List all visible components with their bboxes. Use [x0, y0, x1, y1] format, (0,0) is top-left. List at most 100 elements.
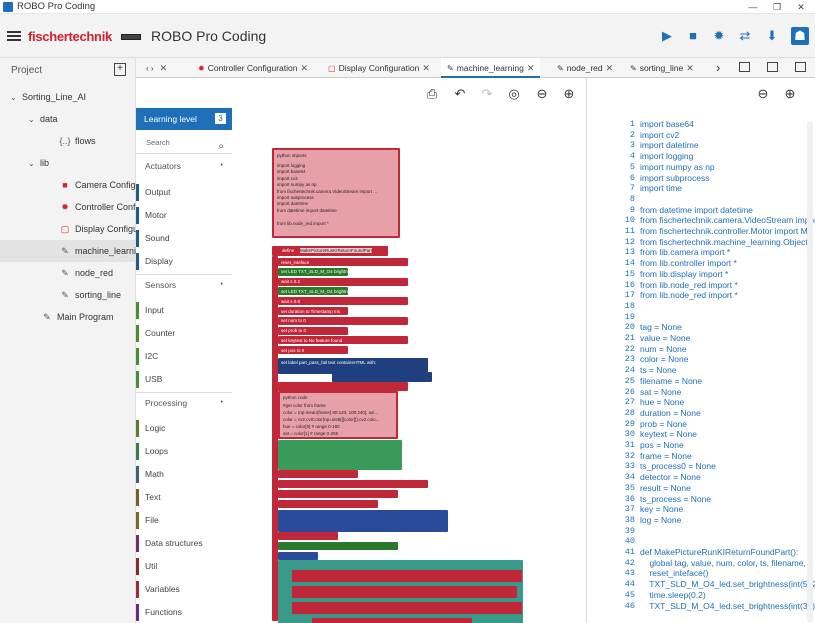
tree-item[interactable]: ✎ node_red — [0, 262, 136, 284]
set-key-block[interactable] — [292, 602, 522, 614]
statement-block[interactable]: wait s 0.8 — [278, 297, 408, 306]
category-math[interactable]: Math — [136, 464, 232, 484]
category-input[interactable]: Input — [136, 300, 232, 320]
maximize-button[interactable]: ❐ — [765, 0, 789, 14]
tree-item[interactable]: ⌄ data — [0, 108, 136, 130]
tree-item[interactable]: ✹ Controller Configura — [0, 196, 136, 218]
close-icon[interactable]: ✕ — [606, 63, 614, 73]
category-text[interactable]: Text — [136, 487, 232, 507]
tree-item[interactable]: ✎ Main Program — [0, 306, 136, 328]
connection-icon[interactable]: ⇄ — [736, 27, 754, 45]
code-scrollbar[interactable] — [807, 122, 813, 622]
set-ts-block[interactable] — [278, 500, 378, 508]
collapse-icon[interactable]: • — [221, 393, 223, 413]
statement-block[interactable]: set pos to 0 — [278, 346, 348, 355]
category-functions[interactable]: Functions — [136, 602, 232, 622]
category-actuators[interactable]: Actuators • — [136, 156, 232, 176]
tree-arrow-icon[interactable]: ⌄ — [10, 87, 22, 108]
category-util[interactable]: Util — [136, 556, 232, 576]
search-input[interactable]: Search — [146, 138, 170, 147]
close-icon[interactable]: ✕ — [300, 63, 308, 73]
tree-item[interactable]: ✎ machine_learning — [0, 240, 136, 262]
toolbox-search[interactable]: Search ⌕ — [136, 132, 232, 154]
set-led-block[interactable] — [278, 542, 398, 550]
tree-item[interactable]: {..} flows — [0, 130, 136, 152]
category-data-structures[interactable]: Data structures — [136, 533, 232, 553]
view-code-icon[interactable] — [795, 62, 806, 72]
code-zoom-in-icon[interactable]: ⊕ — [782, 86, 798, 102]
statement-block[interactable]: set num to 0 — [278, 316, 408, 325]
collapse-icon[interactable]: • — [221, 275, 223, 295]
settings-icon[interactable]: ✹ — [710, 27, 728, 45]
tab-node-red[interactable]: ✎ node_red ✕ — [551, 58, 619, 78]
close-icon[interactable]: ✕ — [160, 63, 168, 73]
close-button[interactable]: ✕ — [789, 0, 813, 14]
statement-block[interactable]: set LED TXT_SLD_M_O4 brightness 30 — [278, 287, 361, 296]
category-sensors[interactable]: Sensors • — [136, 274, 232, 294]
set-color-block[interactable] — [278, 532, 338, 540]
tab-machine-learning[interactable]: ✎ machine_learning ✕ — [441, 58, 541, 78]
statement-block[interactable]: set keytext to No feature found — [278, 336, 408, 345]
category-output[interactable]: Output — [136, 182, 232, 202]
undo-icon[interactable]: ↶ — [452, 86, 468, 102]
tab-controller-configuration[interactable]: ✹ Controller Configuration ✕ — [192, 58, 314, 78]
statement-block[interactable]: set prob to 0 — [278, 326, 348, 335]
close-icon[interactable]: ✕ — [422, 63, 430, 73]
category-display[interactable]: Display — [136, 251, 232, 271]
tab-display-configuration[interactable]: ▢ Display Configuration ✕ — [322, 58, 436, 78]
statement-block[interactable]: set duration to Timestamp ms — [278, 307, 348, 315]
reset-counter-block[interactable] — [278, 440, 402, 470]
category-motor[interactable]: Motor — [136, 205, 232, 225]
tree-arrow-icon[interactable]: ⌄ — [28, 109, 40, 130]
category-i2c[interactable]: I2C — [136, 346, 232, 366]
minimize-button[interactable]: — — [741, 0, 765, 14]
category-variables[interactable]: Variables — [136, 579, 232, 599]
category-logic[interactable]: Logic — [136, 418, 232, 438]
category-loops[interactable]: Loops — [136, 441, 232, 461]
label-args-block[interactable] — [332, 372, 432, 382]
menu-icon[interactable] — [7, 31, 21, 41]
view-blocks-icon[interactable] — [739, 62, 750, 72]
tree-item[interactable]: ⌄ lib — [0, 152, 136, 174]
set-process-block[interactable] — [278, 470, 358, 478]
redo-icon[interactable]: ↷ — [479, 86, 495, 102]
set-frame-block[interactable] — [278, 382, 408, 391]
print-icon[interactable]: ⎙ — [424, 86, 440, 102]
add-file-icon[interactable]: + — [114, 63, 126, 76]
chevron-right-icon[interactable]: › — [716, 58, 720, 78]
python-code-block[interactable]: python code #get color from frame color = … — [278, 391, 398, 439]
tree-arrow-icon[interactable]: ⌄ — [28, 153, 40, 174]
robot-icon[interactable]: ☗ — [791, 27, 809, 45]
set-pos-block[interactable] — [292, 586, 517, 598]
zoom-in-icon[interactable]: ⊕ — [561, 86, 577, 102]
print-block[interactable] — [278, 510, 448, 532]
tree-item[interactable]: ⌄ Sorting_Line_AI — [0, 86, 136, 108]
learning-level-badge[interactable]: 3 — [215, 113, 226, 124]
run-icon[interactable]: ▶ — [658, 27, 676, 45]
category-usb[interactable]: USB — [136, 369, 232, 389]
zoom-out-icon[interactable]: ⊖ — [534, 86, 550, 102]
download-icon[interactable]: ⬇ — [763, 27, 781, 45]
learning-level-header[interactable]: Learning level 3 — [136, 108, 232, 130]
view-split-icon[interactable] — [767, 62, 778, 72]
category-processing[interactable]: Processing • — [136, 392, 232, 412]
set-detector-block[interactable] — [278, 480, 428, 488]
set-tag-block[interactable] — [312, 618, 472, 623]
tree-item[interactable]: ▢ Display Configuratio — [0, 218, 136, 240]
statement-block[interactable]: set LED TXT_SLD_M_O4 brightness 512 — [278, 267, 363, 276]
set-result-block[interactable] — [278, 490, 398, 498]
set-prob-block[interactable] — [292, 570, 522, 582]
close-icon[interactable]: ✕ — [527, 63, 535, 73]
blocks-canvas[interactable]: ⎙ ↶ ↷ ◎ ⊖ ⊕ python imports import logging… — [232, 78, 586, 623]
tab-scroll-left[interactable]: ‹ › ✕ — [140, 58, 173, 78]
center-icon[interactable]: ◎ — [506, 86, 522, 102]
category-sound[interactable]: Sound — [136, 228, 232, 248]
statement-block[interactable]: wait s 0.2 — [278, 277, 408, 286]
collapse-icon[interactable]: • — [221, 156, 223, 176]
statement-block[interactable]: reset_inteface — [278, 258, 408, 266]
code-zoom-out-icon[interactable]: ⊖ — [755, 86, 771, 102]
category-counter[interactable]: Counter — [136, 323, 232, 343]
tab-sorting-line[interactable]: ✎ sorting_line ✕ — [624, 58, 700, 78]
python-imports-block[interactable]: python imports import logging import base6… — [272, 148, 400, 238]
define-function-block[interactable]: define MakePictureRunKIReturnFoundPart — [272, 246, 388, 256]
